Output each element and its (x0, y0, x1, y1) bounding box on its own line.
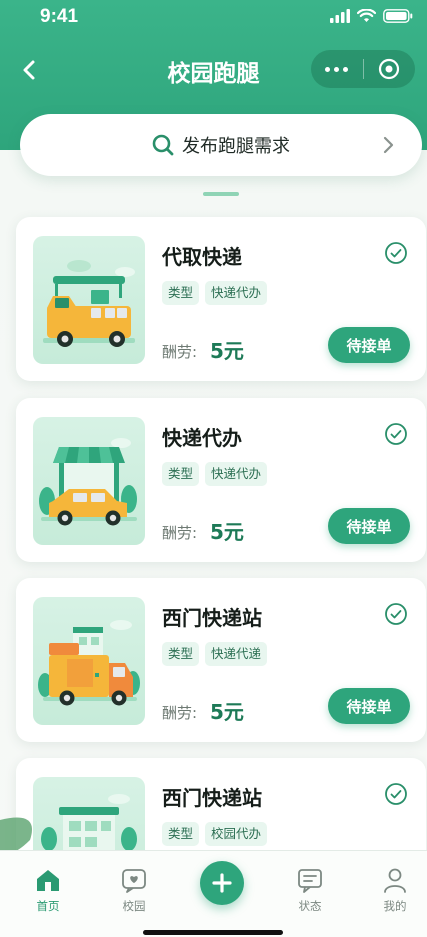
home-indicator (143, 930, 283, 935)
home-icon (37, 870, 59, 891)
tab-campus[interactable]: 校园 (104, 865, 164, 914)
task-title: 西门快递站 (162, 786, 262, 810)
target-icon (379, 58, 400, 80)
chat-icon (298, 869, 322, 893)
more-dot-icon (334, 66, 340, 72)
publish-request-bar[interactable]: 发布跑腿需求 (20, 114, 422, 176)
check-circle-icon[interactable] (384, 602, 408, 626)
heart-message-icon (122, 869, 146, 893)
check-circle-icon[interactable] (384, 422, 408, 446)
more-dot-icon (325, 66, 331, 72)
nav-bar: 校园跑腿 (0, 44, 427, 96)
plus-icon (212, 873, 232, 893)
status-button[interactable]: 待接单 (328, 327, 410, 363)
status-button[interactable]: 待接单 (328, 688, 410, 724)
search-icon (152, 134, 174, 156)
tab-home[interactable]: 首页 (18, 865, 78, 914)
tag-type: 类型 (162, 462, 200, 486)
tab-status[interactable]: 状态 (280, 865, 340, 914)
fee-label: 酬劳: (162, 343, 198, 361)
tag-value: 快递代递 (205, 642, 268, 666)
signal-icon (330, 9, 350, 23)
tab-mine[interactable]: 我的 (365, 865, 425, 914)
task-tags: 类型 快递代办 (162, 462, 268, 486)
truck-icon (33, 236, 145, 364)
shop-car-icon (33, 417, 145, 545)
fee-value: 5元 (210, 520, 244, 544)
tab-label: 状态 (298, 899, 322, 913)
task-card[interactable]: 快递代办 类型 快递代办 酬劳: 5元 待接单 (16, 398, 426, 562)
fee-label: 酬劳: (162, 524, 198, 542)
tab-label: 首页 (36, 899, 60, 913)
mini-program-capsule (311, 50, 415, 88)
battery-icon (383, 9, 413, 23)
tab-label: 校园 (122, 899, 146, 913)
tag-type: 类型 (162, 642, 200, 666)
close-mini-program-button[interactable] (363, 50, 415, 88)
more-button[interactable] (311, 50, 363, 88)
task-tags: 类型 快递代办 (162, 281, 268, 305)
user-icon (384, 868, 406, 893)
fee-value: 5元 (210, 339, 244, 363)
publish-fab-button[interactable] (200, 861, 244, 905)
publish-request-label: 发布跑腿需求 (182, 136, 290, 157)
status-button[interactable]: 待接单 (328, 508, 410, 544)
task-card[interactable]: 西门快递站 类型 快递代递 酬劳: 5元 待接单 (16, 578, 426, 742)
status-icons (330, 9, 413, 23)
task-title: 代取快递 (162, 245, 242, 269)
drag-handle[interactable] (203, 192, 239, 196)
task-title: 快递代办 (162, 426, 242, 450)
tag-value: 校园代办 (205, 822, 268, 846)
tag-value: 快递代办 (205, 281, 268, 305)
more-dot-icon (343, 66, 349, 72)
fee-value: 5元 (210, 700, 244, 724)
fee-label: 酬劳: (162, 704, 198, 722)
task-card[interactable]: 代取快递 类型 快递代办 酬劳: 5元 待接单 (16, 217, 426, 381)
tag-type: 类型 (162, 822, 200, 846)
delivery-truck-icon (33, 597, 145, 725)
status-time: 9:41 (40, 6, 79, 27)
task-tags: 类型 校园代办 (162, 822, 268, 846)
tag-type: 类型 (162, 281, 200, 305)
task-tags: 类型 快递代递 (162, 642, 268, 666)
wifi-icon (357, 9, 376, 22)
tag-value: 快递代办 (205, 462, 268, 486)
status-bar: 9:41 (0, 0, 427, 36)
tab-bar: 首页 校园 状态 我的 (0, 850, 427, 937)
check-circle-icon[interactable] (384, 241, 408, 265)
chevron-right-icon (383, 136, 394, 154)
tab-label: 我的 (383, 899, 407, 913)
check-circle-icon[interactable] (384, 782, 408, 806)
task-title: 西门快递站 (162, 606, 262, 630)
